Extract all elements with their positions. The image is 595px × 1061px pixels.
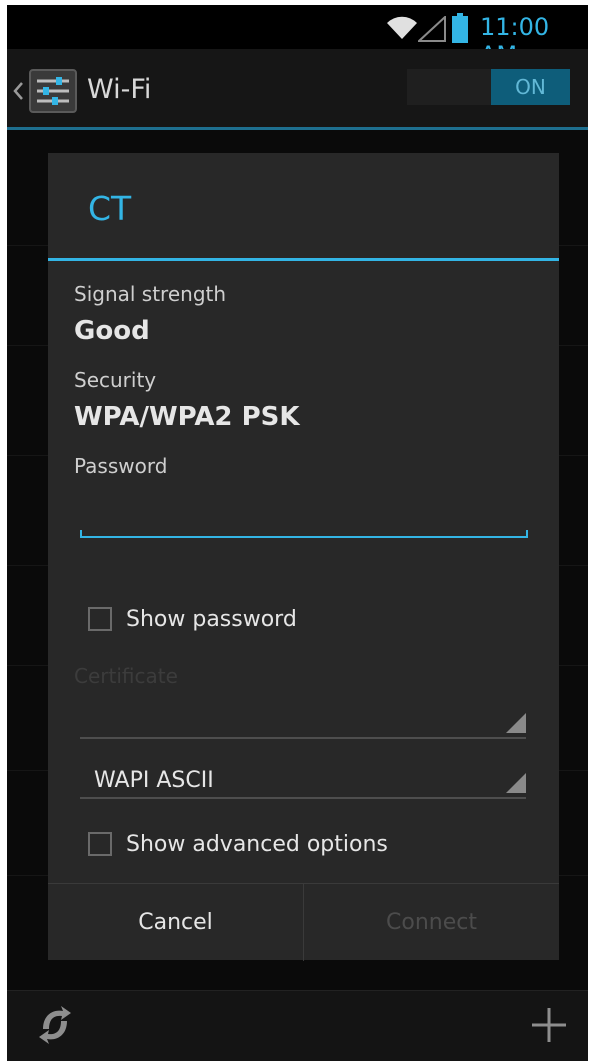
wifi-icon: [387, 15, 417, 45]
password-underline-cap: [80, 530, 82, 538]
certificate-spinner[interactable]: [80, 705, 526, 739]
show-advanced-label: Show advanced options: [126, 832, 388, 857]
action-bar-title: Wi-Fi: [87, 74, 152, 105]
show-password-row[interactable]: Show password: [88, 605, 348, 637]
show-advanced-row[interactable]: Show advanced options: [88, 830, 428, 862]
cancel-button[interactable]: Cancel: [48, 884, 303, 961]
bottom-bar: [7, 990, 588, 1061]
wifi-toggle[interactable]: ON: [407, 69, 570, 105]
wapi-spinner-value: WAPI ASCII: [94, 768, 214, 793]
dialog-button-bar: Cancel Connect: [48, 883, 559, 961]
certificate-spinner-underline: [80, 737, 526, 739]
certificate-label: Certificate: [74, 664, 178, 688]
dialog-title-divider: [48, 258, 559, 261]
password-label: Password: [74, 454, 168, 478]
action-bar-divider: [7, 127, 588, 130]
cell-signal-icon: [416, 14, 446, 46]
show-advanced-checkbox[interactable]: [88, 832, 112, 856]
status-bar: 11:00 AM: [7, 5, 588, 69]
wifi-toggle-label: ON: [491, 69, 570, 105]
settings-app-icon[interactable]: [29, 69, 77, 117]
wapi-spinner[interactable]: WAPI ASCII: [80, 765, 526, 799]
dialog-title: CT: [88, 189, 132, 228]
dropdown-arrow-icon: [506, 773, 526, 797]
show-password-checkbox[interactable]: [88, 607, 112, 631]
security-label: Security: [74, 368, 157, 392]
wifi-connect-dialog: CT Signal strength Good Security WPA/WPA…: [48, 153, 559, 961]
screen: 11:00 AM Wi-Fi ON: [7, 5, 588, 1061]
signal-strength-label: Signal strength: [74, 282, 227, 306]
battery-icon: [452, 13, 468, 47]
scan-icon[interactable]: [35, 1005, 75, 1049]
action-bar: Wi-Fi ON: [7, 49, 588, 127]
password-field[interactable]: [80, 503, 528, 539]
show-password-label: Show password: [126, 607, 297, 632]
password-underline: [80, 530, 528, 538]
back-caret-icon[interactable]: [12, 81, 24, 105]
dropdown-arrow-icon: [506, 713, 526, 737]
signal-strength-value: Good: [74, 316, 150, 346]
security-value: WPA/WPA2 PSK: [74, 402, 300, 432]
password-underline-cap: [526, 530, 528, 538]
add-network-icon[interactable]: [529, 1005, 569, 1049]
connect-button[interactable]: Connect: [304, 884, 559, 961]
wapi-spinner-underline: [80, 797, 526, 799]
